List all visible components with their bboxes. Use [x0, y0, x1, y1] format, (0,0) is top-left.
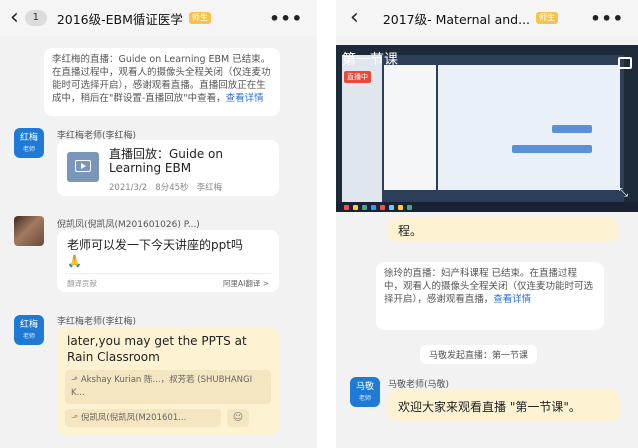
message-bubble[interactable]: later,you may get the PPTS at Rain Class…	[57, 327, 279, 435]
fullscreen-icon[interactable]	[618, 57, 632, 69]
role-tag: 师生	[188, 12, 211, 24]
replay-meta: 2021/3/2 8分45秒 李红梅	[109, 183, 223, 193]
message-text: 欢迎大家来观看直播 "第一节课"。	[398, 400, 581, 414]
system-message: 马敬发起直播：第一节课	[420, 345, 538, 364]
shared-screen	[342, 55, 624, 205]
add-reaction-icon[interactable]: ☺	[227, 409, 249, 427]
avatar-role: 老师	[22, 333, 35, 340]
avatar-role: 老师	[358, 395, 371, 402]
sender-name: 倪凯凤(倪凯凤(M201601026) P...)	[57, 220, 200, 230]
chat-title: 2016级-EBM循证医学	[56, 11, 183, 27]
view-details-link[interactable]: 查看详情	[493, 294, 531, 305]
sender-name: 马敬老师(马敬)	[388, 380, 450, 390]
chat-header: ‹ 1 2016级-EBM循证医学 师生 •••	[0, 0, 317, 36]
chat-title: 2017级- Maternal and...	[382, 11, 531, 27]
play-replay-icon	[67, 152, 99, 182]
avatar[interactable]: 马敬 老师	[350, 377, 380, 407]
message-bubble[interactable]: 欢迎大家来观看直播 "第一节课"。	[388, 390, 620, 422]
avatar-name: 马敬	[355, 382, 374, 392]
live-badge: 直播中	[344, 71, 371, 83]
more-options-icon[interactable]: •••	[590, 9, 624, 28]
live-ended-notice: 徐玲的直播：妇产科课程 已结束。在直播过程中，观看人的摄像头全程关闭（仅连麦功能…	[376, 262, 604, 330]
reply-icon: ⬏	[71, 413, 81, 423]
chat-header: ‹ 2017级- Maternal and... 师生 •••	[336, 0, 638, 36]
lesson-title-overlay: 第一节课	[342, 52, 398, 68]
student-avatar[interactable]	[14, 216, 44, 246]
avatar-role: 老师	[22, 146, 35, 153]
avatar-name: 红梅	[19, 133, 38, 143]
avatar-name: 红梅	[19, 320, 38, 330]
sender-name: 李红梅老师(李红梅)	[57, 317, 137, 327]
message-text: later,you may get the PPTS at Rain Class…	[67, 334, 247, 364]
avatar[interactable]: 红梅 老师	[14, 315, 44, 345]
reply-icon: ⬏	[71, 375, 81, 385]
live-ended-notice: 李红梅的直播：Guide on Learning EBM 已结束。在直播过程中，…	[44, 48, 280, 116]
avatar[interactable]: 红梅 老师	[14, 128, 44, 158]
left-chat-screen: ‹ 1 2016级-EBM循证医学 师生 ••• 李红梅的直播：Guide on…	[0, 0, 317, 448]
view-details-link[interactable]: 查看详情	[226, 93, 264, 104]
live-video-player[interactable]: 第一节课 直播中 ⤡	[336, 45, 638, 212]
reply-preview[interactable]: ⬏ Akshay Kurian 陈...，叔芳若 (SHUBHANGI K...	[65, 370, 271, 404]
taskbar	[336, 202, 638, 212]
message-text: 老师可以发一下今天讲座的ppt吗	[67, 238, 243, 252]
unread-count-badge: 1	[24, 10, 47, 26]
back-icon[interactable]: ‹	[336, 7, 383, 29]
message-text: 程。	[398, 224, 423, 238]
notice-text: 徐玲的直播：妇产科课程 已结束。在直播过程中，观看人的摄像头全程关闭（仅连麦功能…	[384, 268, 594, 305]
ai-translate-link[interactable]: 阿里AI翻译 >	[223, 278, 269, 289]
more-options-icon[interactable]: •••	[269, 9, 303, 28]
replay-title: 直播回放：Guide on Learning EBM	[109, 147, 224, 175]
message-bubble[interactable]: 老师可以发一下今天讲座的ppt吗 🙏 翻译贡献 阿里AI翻译 >	[57, 230, 279, 292]
reply-text: Akshay Kurian 陈...，叔芳若 (SHUBHANGI K...	[71, 375, 253, 398]
back-icon[interactable]: ‹	[0, 7, 25, 29]
reply-preview[interactable]: ⬏ 倪凯凤(倪凯凤(M201601...	[65, 409, 221, 427]
pray-emoji: 🙏	[67, 254, 82, 268]
replay-card[interactable]: 直播回放：Guide on Learning EBM 2021/3/2 8分45…	[57, 140, 279, 196]
translation-credit: 翻译贡献	[67, 279, 97, 288]
message-bubble: 程。	[388, 218, 618, 242]
minimize-icon[interactable]: ⤡	[618, 185, 628, 200]
right-chat-screen: ‹ 2017级- Maternal and... 师生 ••• 第一节课 直播中…	[336, 0, 638, 448]
role-tag: 师生	[536, 12, 559, 24]
reply-text: 倪凯凤(倪凯凤(M201601...	[80, 413, 187, 423]
